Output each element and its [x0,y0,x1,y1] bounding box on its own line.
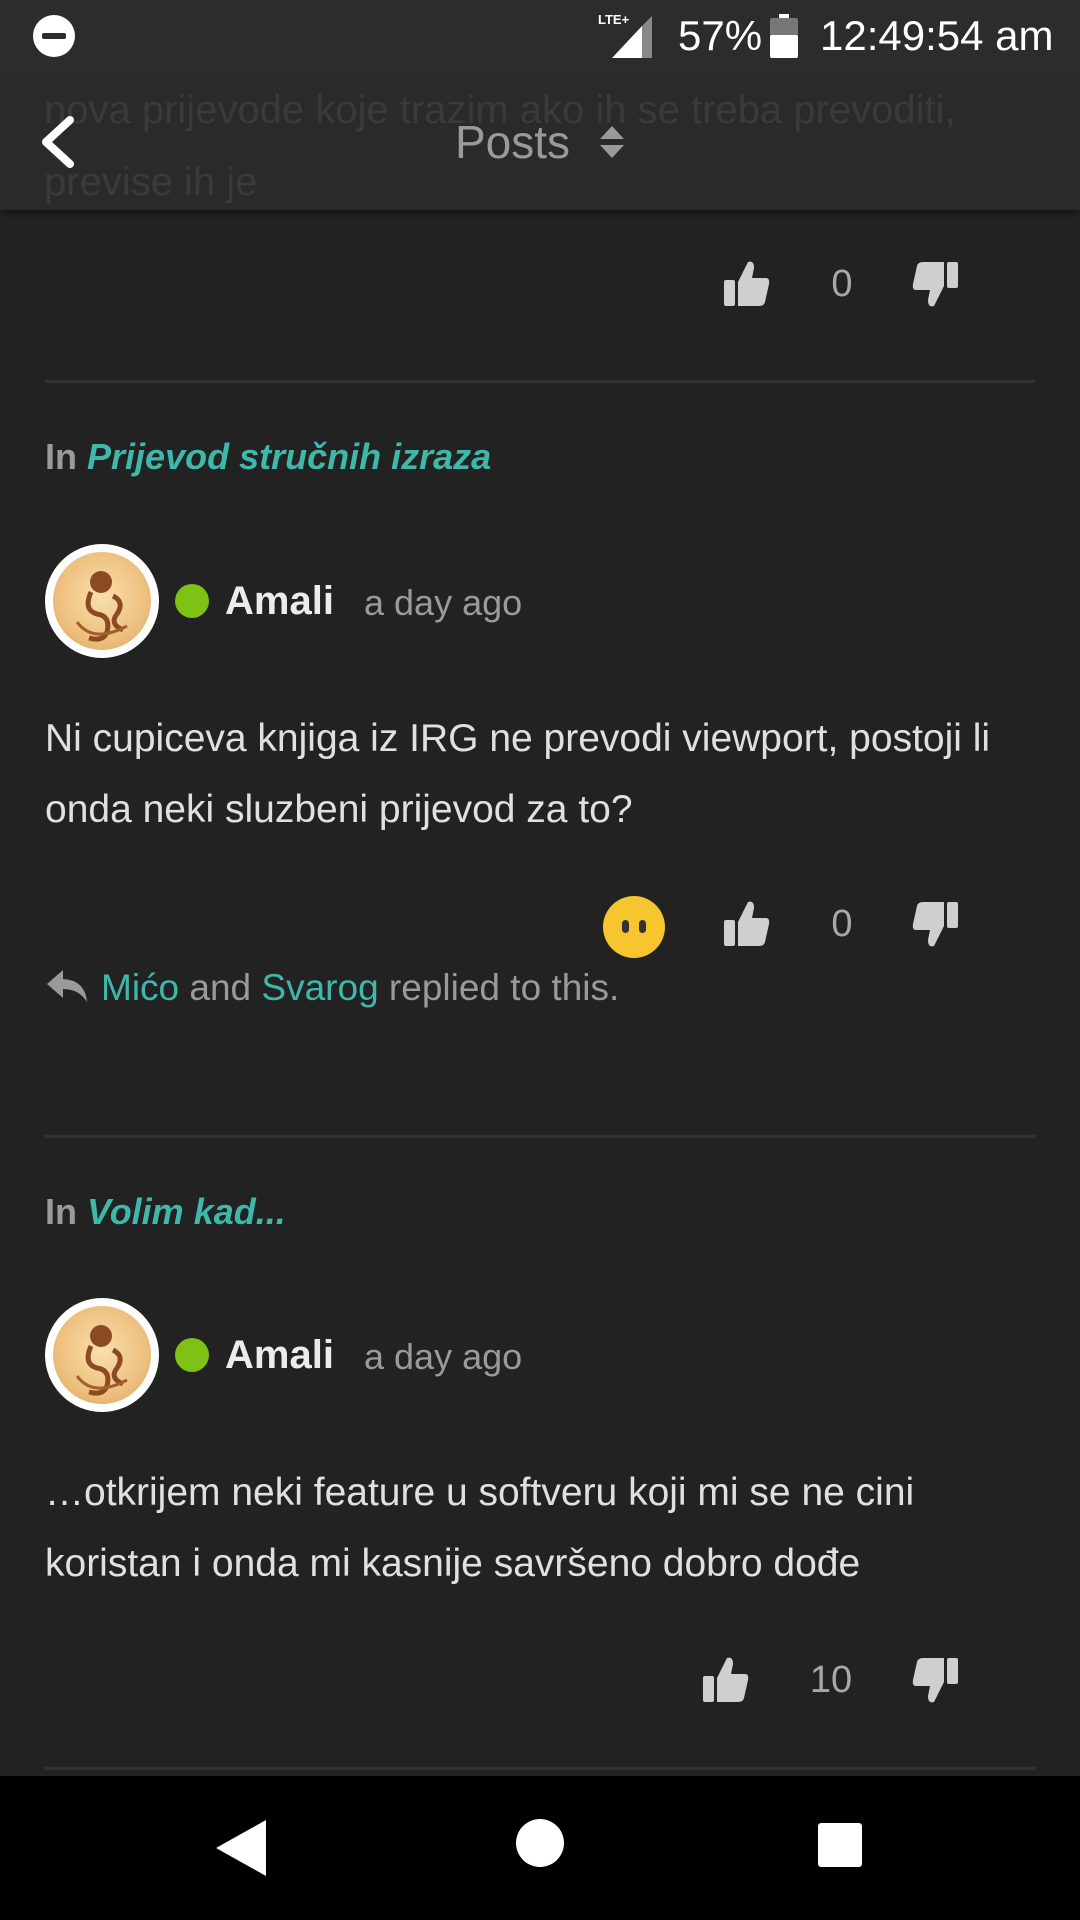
post-body: Ni cupiceva knjiga iz IRG ne prevodi vie… [45,717,991,831]
vote-count: 0 [831,903,853,945]
vote-row: 0 [0,898,1080,958]
status-time: 12:49:54 am [820,12,1054,59]
divider [45,1767,1035,1770]
thumbs-up-icon[interactable] [722,258,772,310]
vote-count: 0 [831,263,853,305]
online-indicator [175,1338,209,1372]
status-bar: LTE+ 57% 12:49:54 am [0,0,1080,72]
reply-user-link[interactable]: Mićo [101,967,179,1008]
thumbs-down-icon[interactable] [910,898,960,950]
page-title[interactable]: Posts [455,110,570,174]
thumbs-up-icon[interactable] [722,898,772,950]
reply-user-link[interactable]: Svarog [261,967,378,1008]
category-link[interactable]: Prijevod stručnih izraza [87,436,491,477]
replies-summary: Mićo and Svarog replied to this. [45,962,619,1014]
thumbs-up-icon[interactable] [701,1654,751,1706]
sort-icon[interactable] [598,124,626,160]
vote-row: 0 [0,258,1080,318]
nav-home-icon[interactable] [516,1819,564,1867]
divider [45,380,1035,383]
post-category: In Prijevod stručnih izraza [45,435,491,479]
category-prefix: In [45,436,77,477]
reply-suffix: replied to this. [378,967,620,1008]
reply-conjunction: and [179,967,262,1008]
thumbs-down-icon[interactable] [910,258,960,310]
navigation-bar [0,1776,1080,1920]
thumbs-down-icon[interactable] [910,1654,960,1706]
battery-percent: 57% [678,12,763,59]
avatar-image [53,1306,151,1404]
do-not-disturb-icon [33,15,75,57]
vote-count: 10 [809,1659,853,1701]
back-arrow-icon[interactable] [30,110,90,174]
avatar[interactable] [45,544,159,658]
nav-back-icon[interactable] [212,1816,270,1880]
reply-icon [47,970,87,1002]
post-time: a day ago [364,1336,523,1377]
post-time: a day ago [364,582,523,623]
divider [45,1135,1035,1138]
author-name[interactable]: Amali [225,576,334,626]
author-name[interactable]: Amali [225,1330,334,1380]
category-link[interactable]: Volim kad... [87,1191,286,1232]
online-indicator [175,584,209,618]
nav-recents-icon[interactable] [818,1823,862,1867]
screen: LTE+ 57% 12:49:54 am nova prijevode koje… [0,0,1080,1920]
network-type-label: LTE+ [598,12,630,27]
app-bar: nova prijevode koje trazim ako ih se tre… [0,72,1080,210]
battery-icon [770,14,798,58]
vote-row: 10 [0,1654,1080,1714]
category-prefix: In [45,1191,77,1232]
post-body: …otkrijem neki feature u softveru koji m… [45,1471,915,1585]
signal-icon: LTE+ [598,12,652,58]
avatar-image [53,552,151,650]
avatar[interactable] [45,1298,159,1412]
post-category: In Volim kad... [45,1190,286,1234]
